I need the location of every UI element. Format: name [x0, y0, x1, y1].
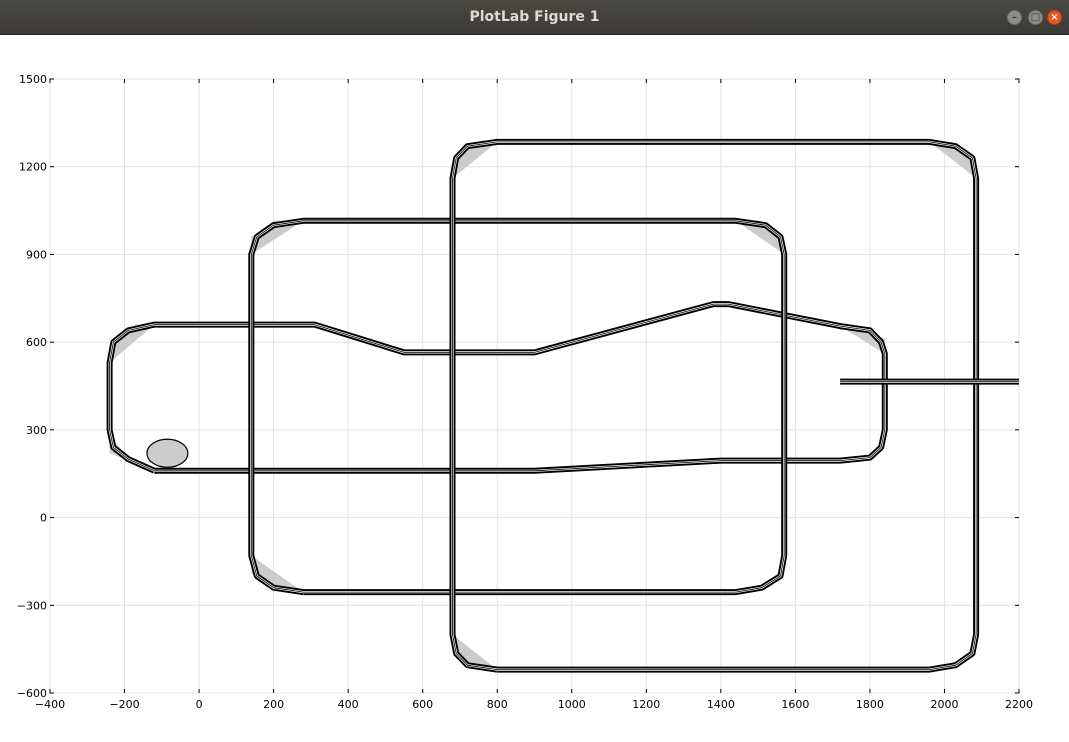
x-tick-label: 1200: [632, 698, 660, 711]
x-tick-label: 800: [487, 698, 508, 711]
y-tick-label: 1500: [19, 73, 47, 86]
x-tick-label: 200: [263, 698, 284, 711]
minimize-icon[interactable]: –: [1007, 10, 1022, 25]
vehicle-ellipse: [146, 438, 189, 468]
grid-layer: [49, 78, 1020, 694]
x-tick-label: 1600: [781, 698, 809, 711]
tick-layer: −400 −200 0 200 400 600 800 1000 1200 1400 1600 180…: [17, 73, 1033, 711]
plot-area: −400 −200 0 200 400 600 800 1000 1200 1400 1600 180…: [0, 35, 1069, 742]
y-tick-label: −600: [17, 687, 47, 700]
plot-window: PlotLab Figure 1 – □ × −400 −200 0 200 400 60…: [0, 0, 1069, 742]
y-tick-label: 300: [26, 424, 47, 437]
y-tick-label: −300: [17, 599, 47, 612]
x-tick-label: 400: [338, 698, 359, 711]
x-tick-label: 1800: [856, 698, 884, 711]
y-tick-label: 0: [40, 512, 47, 525]
x-tick-label: 2200: [1005, 698, 1033, 711]
track-outline: [248, 217, 788, 596]
close-icon[interactable]: ×: [1047, 10, 1062, 25]
x-tick-label: 600: [412, 698, 433, 711]
y-tick-label: 600: [26, 336, 47, 349]
axes-frame: [49, 78, 1020, 694]
maximize-icon[interactable]: □: [1028, 10, 1043, 25]
y-tick-label: 900: [26, 248, 47, 261]
x-tick-label: 1000: [558, 698, 586, 711]
track-inner: [250, 219, 786, 594]
series-layer: [106, 138, 1019, 673]
y-tick-label: 1200: [19, 161, 47, 174]
chart: −400 −200 0 200 400 600 800 1000 1200 1400 1600 180…: [17, 73, 1033, 711]
window-title: PlotLab Figure 1: [469, 9, 600, 25]
track-centerline: [250, 220, 785, 593]
x-tick-label: 2000: [930, 698, 958, 711]
x-tick-label: 1400: [707, 698, 735, 711]
x-tick-label: −200: [109, 698, 139, 711]
title-bar[interactable]: PlotLab Figure 1 – □ ×: [0, 0, 1069, 35]
x-tick-label: 0: [196, 698, 203, 711]
